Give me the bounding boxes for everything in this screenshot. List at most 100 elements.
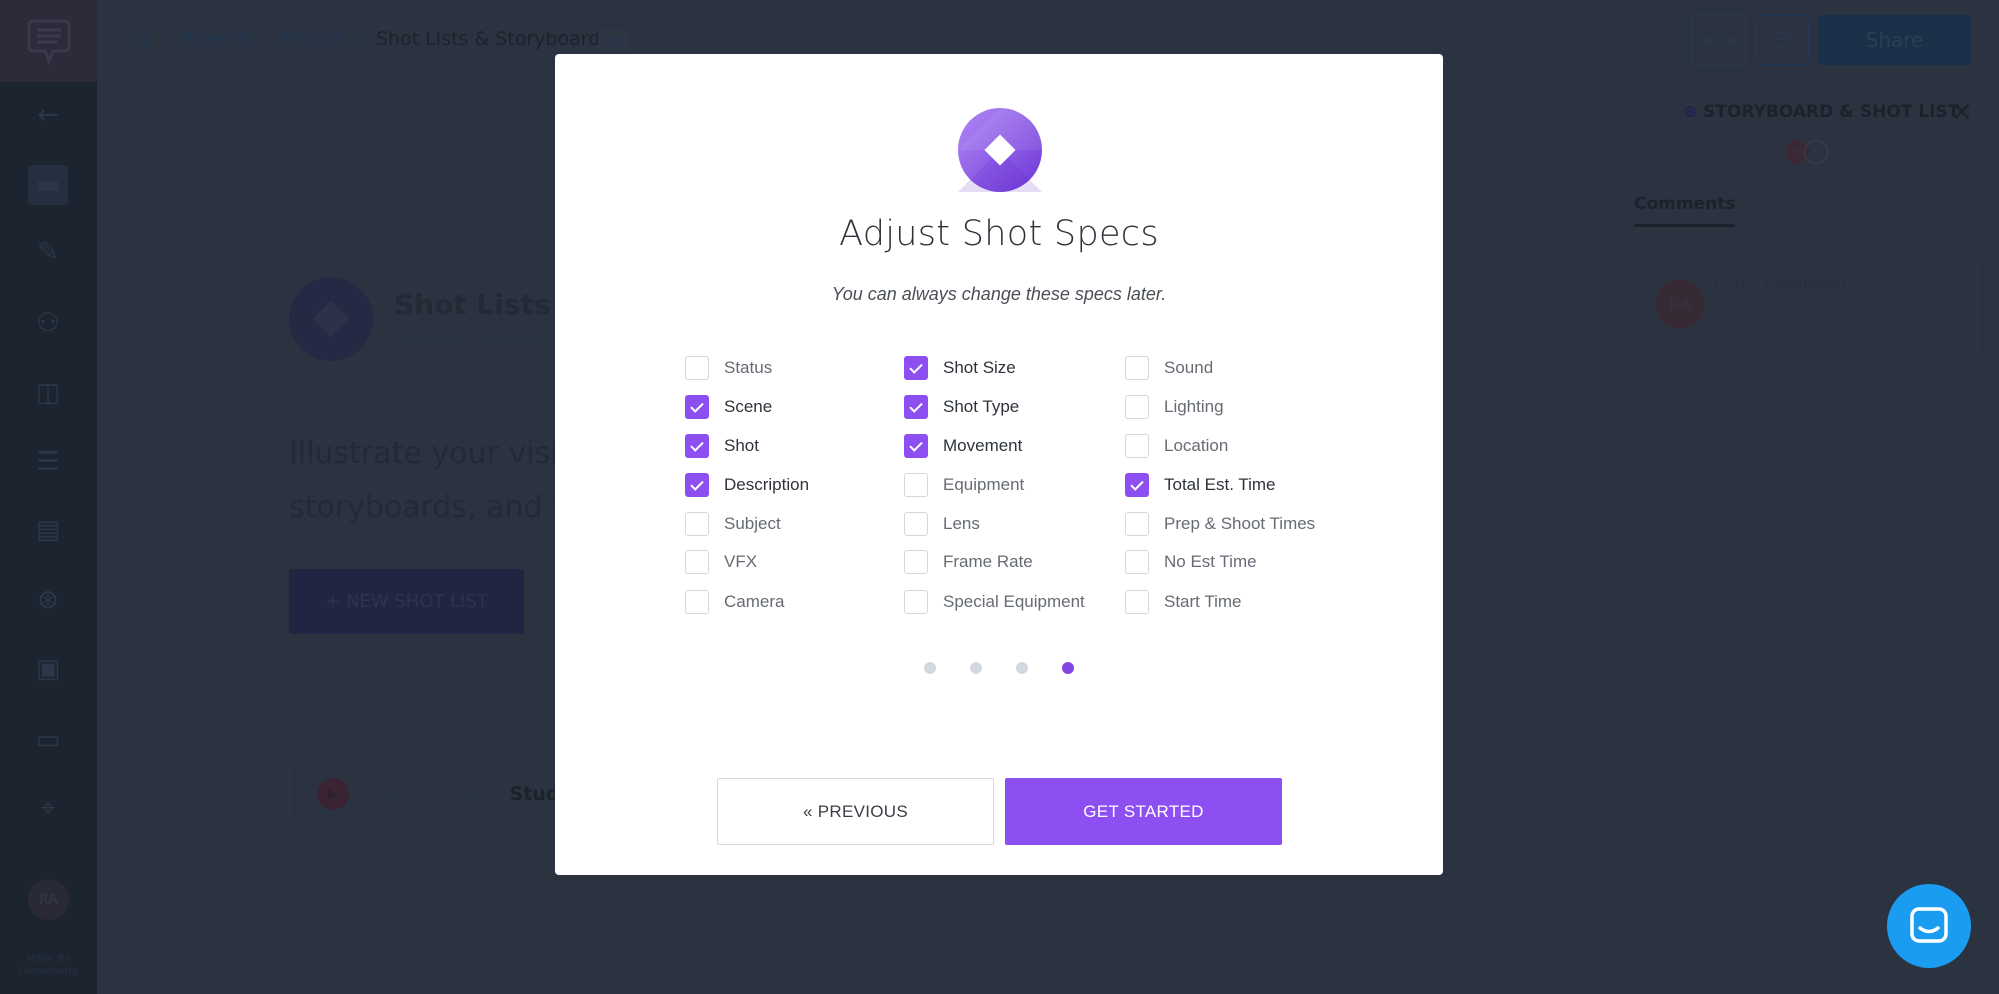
spec-option[interactable]: Shot Size [904,356,1016,380]
spec-option-label: Subject [724,514,781,533]
breadcrumb-separator: › [263,28,271,50]
checkbox[interactable] [904,590,928,614]
back-arrow-icon[interactable]: ← [28,95,68,135]
spec-option[interactable]: Lighting [1125,395,1224,419]
spec-option[interactable]: Lens [904,512,980,536]
checkbox[interactable] [685,590,709,614]
spec-option[interactable]: Movement [904,434,1022,458]
overview-icon[interactable]: ▬ [28,165,68,205]
shot-specs-icon [958,108,1042,192]
spec-option[interactable]: Prep & Shoot Times [1125,512,1315,536]
step-dot[interactable] [1016,662,1028,674]
chat-bubbles-icon: 💬︎ [1769,28,1795,52]
folder-icon[interactable]: ▭ [28,720,68,760]
breadcrumb-separator: › [358,28,366,50]
step-dot[interactable] [970,662,982,674]
spec-option[interactable]: Scene [685,395,772,419]
page-description: storyboards, and full [289,490,599,525]
panel-title: ⊛ STORYBOARD & SHOT LIST [1683,102,1959,122]
checkbox[interactable] [1125,590,1149,614]
step-dot[interactable] [924,662,936,674]
previous-button[interactable]: « PREVIOUS [717,778,994,845]
spec-option[interactable]: Subject [685,512,781,536]
spec-option[interactable]: Camera [685,590,784,614]
modal-title: Adjust Shot Specs [839,214,1159,254]
checkbox[interactable] [904,512,928,536]
spec-option-label: Equipment [943,475,1025,494]
checkbox[interactable] [904,434,928,458]
breadcrumb-projects[interactable]: Projects [180,28,255,50]
new-shot-list-button[interactable]: + NEW SHOT LIST [289,569,524,634]
spec-option-label: VFX [724,552,758,571]
chat-logo-icon [27,19,70,65]
step-dot[interactable] [1062,662,1074,674]
checkbox[interactable] [904,550,928,574]
right-panel: ⊛ STORYBOARD & SHOT LIST ✕ RA ⚇ Comments… [1620,82,1999,994]
page-description: Illustrate your vision [289,436,596,471]
checkbox[interactable] [1125,434,1149,458]
app-logo[interactable] [0,0,97,82]
board-icon[interactable]: ◫ [28,373,68,413]
location-pin-icon[interactable]: ⌖ [28,788,68,828]
checkbox[interactable] [1125,512,1149,536]
spec-option[interactable]: Description [685,473,809,497]
breadcrumb-project[interactable]: Project 1 [280,28,363,50]
checkbox[interactable] [685,473,709,497]
pencil-icon[interactable]: ✎ [28,232,68,272]
tab-tasks[interactable]: Tasks [1747,194,1793,214]
spec-option[interactable]: Shot [685,434,759,458]
spec-option[interactable]: Equipment [904,473,1024,497]
add-member-icon[interactable]: ⚇ [1804,140,1828,164]
tab-comments[interactable]: Comments [1634,194,1736,227]
version-dropdown[interactable]: v0 [598,30,629,52]
checkbox[interactable] [1125,473,1149,497]
team-icon[interactable]: ⚇ [28,303,68,343]
spec-option-label: Shot Size [943,358,1016,377]
user-avatar[interactable]: RA [28,879,69,920]
checkbox[interactable] [685,512,709,536]
spec-option[interactable]: Location [1125,434,1228,458]
spec-option[interactable]: Shot Type [904,395,1019,419]
comment-box[interactable]: RA Enter Comment... [1634,262,1978,357]
close-panel-icon[interactable]: ✕ [1951,98,1973,128]
checkbox[interactable] [904,356,928,380]
spec-option-label: Frame Rate [943,552,1033,571]
spec-option[interactable]: Frame Rate [904,550,1033,574]
checkbox[interactable] [904,395,928,419]
share-button[interactable]: Share [1818,15,1971,65]
checkbox[interactable] [685,356,709,380]
spec-option[interactable]: Special Equipment [904,590,1085,614]
get-started-button[interactable]: GET STARTED [1005,778,1282,845]
gantt-icon[interactable]: ☰ [28,442,68,482]
comments-toggle-button[interactable]: 💬︎ [1755,15,1809,65]
spec-option-label: Sound [1164,358,1214,377]
comment-input[interactable]: Enter Comment... [1713,275,1864,295]
chat-launcher-button[interactable] [1887,884,1971,968]
checkbox[interactable] [1125,550,1149,574]
checkbox[interactable] [685,395,709,419]
checkbox[interactable] [1125,356,1149,380]
calendar-icon[interactable]: ▣ [28,649,68,689]
more-button[interactable]: ∘∘∘ [1692,15,1746,65]
spec-option-label: Location [1164,436,1229,455]
spec-option[interactable]: No Est Time [1125,550,1257,574]
spec-option[interactable]: Sound [1125,356,1213,380]
sidebar: ← ▬ ✎ ⚇ ◫ ☰ ▤ ⊛ ▣ ▭ ⌖ RA Made By Leanomet… [0,0,97,994]
credit-line: Made By [26,953,71,964]
spec-option-label: No Est Time [1164,552,1257,571]
stats-icon[interactable]: ▥ [130,20,162,60]
breadcrumb-current: Shot Lists & Storyboards [376,28,611,50]
explore-related-link[interactable]: ▶ Explore related Studi [289,765,589,822]
spec-option[interactable]: VFX [685,550,757,574]
spec-option[interactable]: Total Est. Time [1125,473,1275,497]
list-icon[interactable]: ▤ [28,510,68,550]
shutter-icon[interactable]: ⊛ [28,580,68,620]
spec-option[interactable]: Start Time [1125,590,1241,614]
checkbox[interactable] [904,473,928,497]
checkbox[interactable] [1125,395,1149,419]
spec-option[interactable]: Status [685,356,772,380]
checkbox[interactable] [685,434,709,458]
checkbox[interactable] [685,550,709,574]
spec-option-label: Start Time [1164,592,1242,611]
adjust-shot-specs-modal: Adjust Shot Specs You can always change … [555,54,1443,875]
